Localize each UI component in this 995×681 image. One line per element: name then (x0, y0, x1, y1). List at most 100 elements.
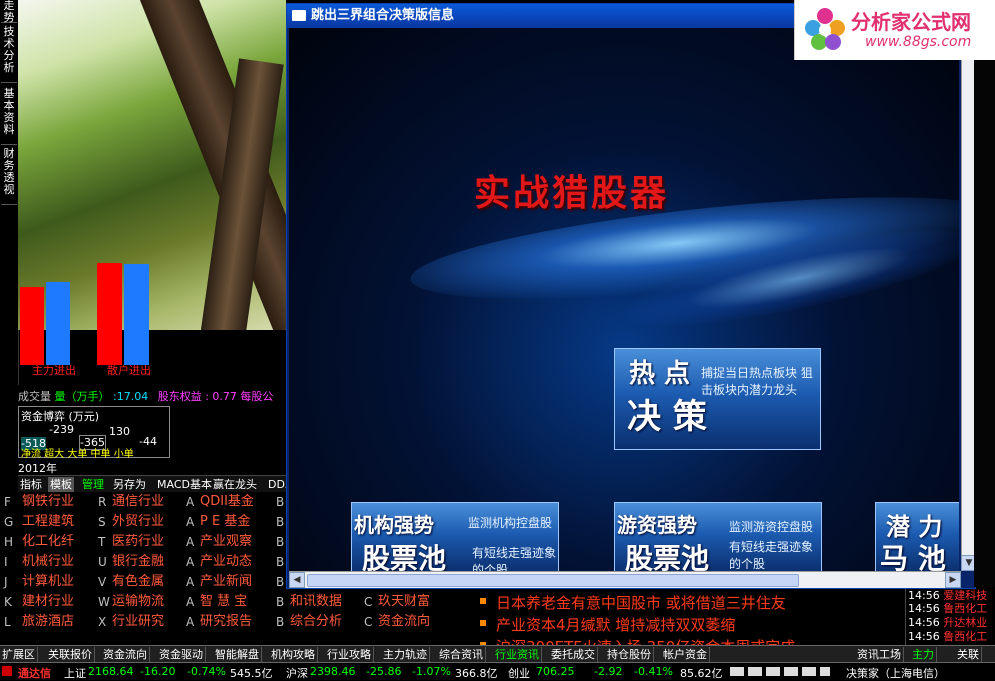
sector-item[interactable]: 通信行业 (112, 492, 164, 512)
function-button[interactable]: 主力 (910, 647, 937, 662)
sector-item[interactable]: 有色金属 (112, 572, 164, 592)
sector-hotkey: B (276, 515, 285, 529)
function-button[interactable]: 资讯工场 (855, 647, 904, 662)
hs-pct: -1.07% (412, 665, 451, 678)
sector-item[interactable]: 研究报告 (200, 612, 252, 632)
capital-v2: 130 (109, 425, 130, 438)
sector-item[interactable]: 资金流向 (378, 612, 430, 632)
card-description: 有短线走强迹象的个股 (729, 540, 814, 571)
card-heading: 决 策 (627, 397, 707, 437)
sh-change: -16.20 (140, 665, 176, 678)
news-item[interactable]: 日本养老金有意中国股市 或将借道三井住友 (496, 592, 786, 613)
hotmoney-pool-card[interactable]: 游资强势 股票池 监测游资控盘股 有短线走强迹象的个股 (614, 502, 822, 571)
function-button[interactable]: 资金流向 (101, 647, 150, 662)
capital-game-box: 资金博弈 (万元) -239 130 -518 -365 -44 净流 超大 大… (18, 406, 170, 460)
volume-line: 成交量 量（万手） :17.04 股东权益 : 0.77 每股公 (18, 388, 273, 404)
news-item[interactable]: 产业资本4月缄默 增持减持双双萎缩 (496, 614, 735, 635)
inflow-bar (124, 264, 149, 365)
sector-item[interactable]: 行业研究 (112, 612, 164, 632)
mail-icon (292, 10, 306, 21)
sector-item[interactable]: 银行金融 (112, 552, 164, 572)
sector-item[interactable]: 外贸行业 (112, 512, 164, 532)
window-content: 实战猎股器 热 点 决 策 捕捉当日热点板块 狙击板块内潜力龙头 机构强势 股票… (289, 28, 959, 571)
horizontal-scrollbar[interactable]: ◀ ▶ (289, 571, 961, 588)
sector-item[interactable]: QDII基金 (200, 492, 254, 512)
sector-hotkey: G (4, 515, 14, 529)
sector-hotkey: I (4, 555, 8, 569)
sector-item[interactable]: 钢铁行业 (22, 492, 74, 512)
news-panel: 日本养老金有意中国股市 或将借道三井住友 产业资本4月缄默 增持减持双双萎缩 沪… (450, 590, 905, 650)
scroll-thumb[interactable] (307, 574, 799, 587)
ticker-item[interactable]: 14:56 鲁西化工 (908, 628, 987, 644)
sector-item[interactable]: 智 慧 宝 (200, 592, 247, 612)
sector-item[interactable]: 和讯数据 (290, 592, 342, 612)
sector-item[interactable]: 旅游酒店 (22, 612, 74, 632)
function-button[interactable]: 关联报价 (46, 647, 95, 662)
bullet-icon (480, 620, 486, 626)
function-button[interactable]: 主力轨迹 (381, 647, 430, 662)
sector-item[interactable]: 工程建筑 (22, 512, 74, 532)
card-heading: 游资强势 (617, 513, 697, 537)
function-button[interactable]: 行业攻略 (325, 647, 374, 662)
function-button[interactable]: 扩展区 (0, 647, 38, 662)
sector-hotkey: B (276, 535, 285, 549)
tab-macd[interactable]: MACD基本 (155, 477, 214, 492)
cy-value: 706.25 (536, 665, 575, 678)
main-inflow-label: 主力进出 (32, 364, 76, 377)
vtab-basic-info[interactable]: 基本资料 (1, 88, 17, 145)
vtab-tech-analysis[interactable]: 技术分析 (1, 26, 17, 83)
potential-pool-card[interactable]: 潜 力 马 池 挖 后 (875, 502, 959, 571)
volume-label: 成交量 (18, 390, 51, 403)
tab-save-as[interactable]: 另存为 (111, 477, 148, 492)
sector-item[interactable]: 机械行业 (22, 552, 74, 572)
function-button[interactable]: 智能解盘 (213, 647, 262, 662)
sector-hotkey: A (186, 595, 195, 609)
server-label: 决策家（上海电信） (846, 667, 945, 680)
sector-item[interactable]: 产业动态 (200, 552, 252, 572)
sh-pct: -0.74% (187, 665, 226, 678)
hs-change: -25.86 (366, 665, 402, 678)
function-button[interactable]: 关联 (955, 647, 982, 662)
function-button[interactable]: 委托成交 (549, 647, 598, 662)
vtab-financial[interactable]: 财务透视 (1, 148, 17, 205)
vtab-trend[interactable]: 走势 (1, 0, 17, 24)
logo-url: www.88gs.com (865, 34, 972, 50)
function-button[interactable]: 行业资讯 (493, 647, 542, 662)
sector-hotkey: B (276, 575, 285, 589)
sector-hotkey: B (276, 495, 285, 509)
inflow-bar (20, 287, 44, 365)
sector-item[interactable]: 综合分析 (290, 612, 342, 632)
tab-indicator[interactable]: 指标 (18, 477, 44, 492)
sector-item[interactable]: 产业观察 (200, 532, 252, 552)
tab-template[interactable]: 模板 (48, 477, 74, 492)
sector-hotkey: A (186, 615, 195, 629)
institution-pool-card[interactable]: 机构强势 股票池 监测机构控盘股 有短线走强迹象的个股 (351, 502, 559, 571)
sector-item[interactable]: 医药行业 (112, 532, 164, 552)
inflow-bar (46, 282, 70, 365)
sector-item[interactable]: 产业新闻 (200, 572, 252, 592)
cy-label: 创业 (508, 667, 530, 680)
function-button[interactable]: 综合资讯 (437, 647, 486, 662)
sector-hotkey: R (98, 495, 107, 509)
cy-amount: 85.62亿 (680, 667, 723, 680)
cy-change: -2.92 (594, 665, 623, 678)
sector-item[interactable]: 化工化纤 (22, 532, 74, 552)
sector-hotkey: A (186, 535, 195, 549)
sector-item[interactable]: 建材行业 (22, 592, 74, 612)
function-button[interactable]: 机构攻略 (269, 647, 318, 662)
function-button[interactable]: 资金驱动 (157, 647, 206, 662)
sector-item[interactable]: 计算机业 (22, 572, 74, 592)
function-button[interactable]: 帐户资金 (661, 647, 710, 662)
sector-item[interactable]: 运输物流 (112, 592, 164, 612)
logo-name: 分析家公式网 (851, 10, 971, 34)
sector-item[interactable]: P E 基金 (200, 512, 250, 532)
sector-hotkey: U (98, 555, 107, 569)
sector-item[interactable]: 玖天财富 (378, 592, 430, 612)
tab-leader[interactable]: 赢在龙头 (211, 477, 259, 492)
scroll-left-icon[interactable]: ◀ (289, 572, 305, 588)
retail-inflow-label: 散户进出 (107, 364, 151, 377)
hotspot-decision-card[interactable]: 热 点 决 策 捕捉当日热点板块 狙击板块内潜力龙头 (614, 348, 821, 450)
function-button[interactable]: 持仓股份 (605, 647, 654, 662)
scroll-right-icon[interactable]: ▶ (945, 572, 961, 588)
tab-manage[interactable]: 管理 (80, 477, 106, 492)
